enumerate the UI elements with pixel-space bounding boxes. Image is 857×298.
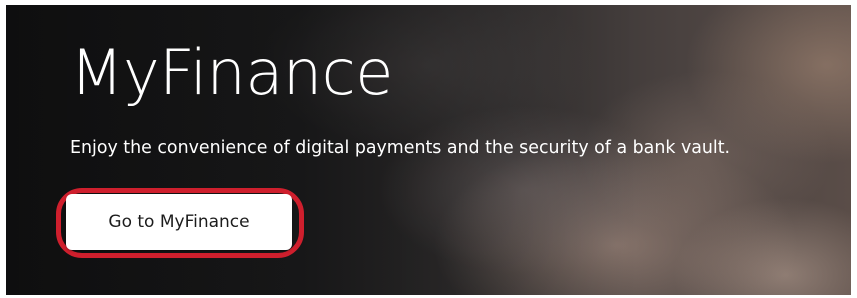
hero-tagline: Enjoy the convenience of digital payment… (70, 138, 731, 158)
hero-title: MyFinance (70, 36, 393, 109)
go-to-myfinance-button[interactable]: Go to MyFinance (66, 194, 292, 250)
